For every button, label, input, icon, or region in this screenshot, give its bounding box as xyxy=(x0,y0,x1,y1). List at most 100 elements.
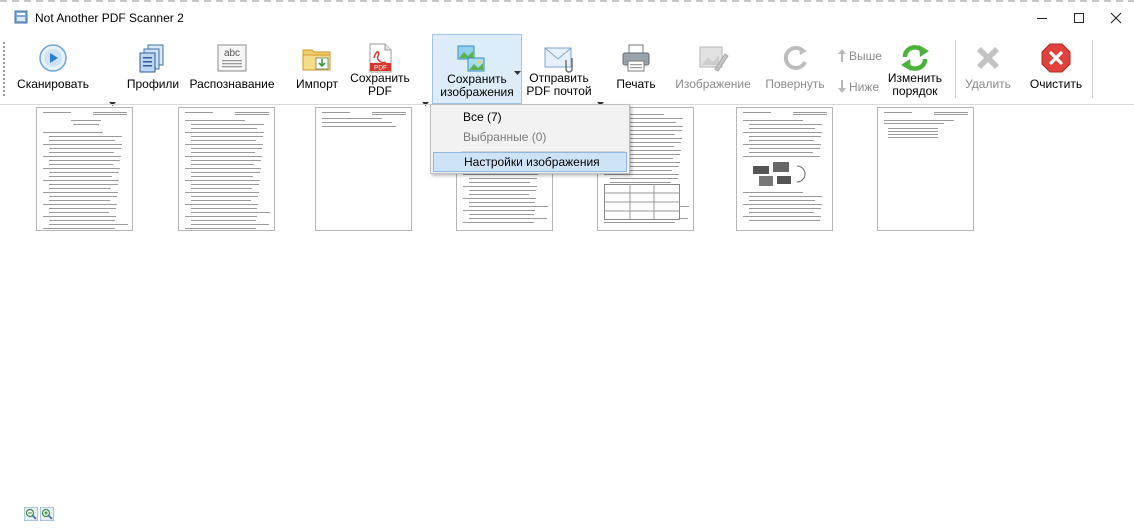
thumbnail-text-line xyxy=(749,140,814,141)
reorder-button[interactable]: Изменить порядок xyxy=(880,34,950,104)
delete-button[interactable]: Удалить xyxy=(960,34,1016,104)
thumbnail-text-line xyxy=(793,114,827,115)
move-up-label: Выше xyxy=(849,48,882,63)
reorder-arrows-icon xyxy=(901,45,929,71)
toolbar-separator xyxy=(955,40,956,98)
save-images-dropdown-arrow[interactable] xyxy=(514,71,521,75)
thumbnail-text-line xyxy=(185,132,264,133)
menu-item-selected[interactable]: Выбранные (0) xyxy=(433,127,627,147)
move-up-button[interactable]: Выше xyxy=(838,48,882,64)
thumbnail-text-line xyxy=(191,212,270,213)
thumbnail-text-line xyxy=(185,120,245,121)
thumbnail-text-line xyxy=(934,114,968,115)
import-button[interactable]: Импорт xyxy=(289,34,345,104)
ocr-button[interactable]: abc Распознавание xyxy=(182,34,282,104)
arrow-up-icon xyxy=(838,49,846,63)
profiles-button[interactable]: Профили xyxy=(124,34,182,104)
close-button[interactable] xyxy=(1096,5,1134,31)
thumbnail-text-line xyxy=(43,156,121,157)
page-thumbnail[interactable] xyxy=(36,107,133,231)
thumbnail-text-line xyxy=(49,200,110,201)
toolbar-grip[interactable] xyxy=(3,42,5,98)
scan-button[interactable]: Сканировать xyxy=(8,34,98,104)
profiles-icon xyxy=(139,44,164,73)
save-images-label-2: изображения xyxy=(440,85,514,99)
thumbnail-text-line xyxy=(463,210,535,211)
thumbnail-text-line xyxy=(191,164,254,165)
thumbnail-text-line xyxy=(322,118,382,119)
email-attachment-icon xyxy=(544,47,573,73)
image-edit-icon xyxy=(699,46,729,72)
thumbnail-text-line xyxy=(185,156,262,157)
thumbnail-text-line xyxy=(743,144,821,145)
thumbnail-text-line xyxy=(185,192,259,193)
thumbnail-text-line xyxy=(749,208,821,209)
zoom-in-icon[interactable] xyxy=(40,507,54,521)
page-thumbnail[interactable] xyxy=(736,107,833,231)
thumbnail-text-line xyxy=(749,152,813,153)
thumbnail-text-line xyxy=(49,196,117,197)
thumbnail-text-line xyxy=(463,186,537,187)
page-thumbnail[interactable] xyxy=(877,107,974,231)
thumbnail-text-line xyxy=(43,216,116,217)
thumbnail-text-line xyxy=(793,112,827,113)
thumbnail-text-line xyxy=(49,148,121,149)
import-label: Импорт xyxy=(296,77,338,91)
close-icon xyxy=(1110,12,1122,24)
thumbnail-text-line xyxy=(185,228,256,229)
maximize-button[interactable] xyxy=(1059,5,1099,31)
thumbnail-text-line xyxy=(49,136,122,137)
thumbnail-text-line xyxy=(749,196,822,197)
thumbnail-text-line xyxy=(749,136,821,137)
thumbnail-text-line xyxy=(749,200,815,201)
save-images-button[interactable]: Сохранить изображения xyxy=(432,34,522,104)
ocr-label: Распознавание xyxy=(189,77,275,91)
print-button[interactable]: Печать xyxy=(610,34,662,104)
thumbnail-text-line xyxy=(884,123,944,124)
delete-label: Удалить xyxy=(965,77,1011,91)
thumbnail-text-line xyxy=(43,180,119,181)
import-folder-icon xyxy=(302,49,331,71)
thumbnail-text-line xyxy=(469,206,548,207)
menu-item-image-settings[interactable]: Настройки изображения xyxy=(433,152,627,172)
thumbnail-text-line xyxy=(191,184,259,185)
thumbnail-text-line xyxy=(463,222,534,223)
thumbnail-text-line xyxy=(749,128,815,129)
email-pdf-button[interactable]: Отправить PDF почтой xyxy=(524,34,594,104)
page-thumbnail[interactable] xyxy=(315,107,412,231)
thumbnail-text-line xyxy=(93,112,127,113)
thumbnail-text-line xyxy=(463,198,536,199)
clear-icon xyxy=(1041,43,1071,73)
print-label: Печать xyxy=(616,77,656,91)
thumbnail-text-line xyxy=(604,222,675,223)
thumbnail-text-line xyxy=(185,216,257,217)
thumbnail-text-line xyxy=(191,176,253,177)
app-icon xyxy=(14,10,28,24)
thumbnail-text-line xyxy=(43,192,118,193)
thumbnail-text-line xyxy=(191,152,255,153)
thumbnail-text-line xyxy=(191,200,251,201)
thumbnail-text-line xyxy=(469,194,529,195)
toolbar-separator-end xyxy=(1092,40,1093,98)
thumbnail-text-line xyxy=(749,212,814,213)
thumbnail-text-line xyxy=(235,112,269,113)
page-thumbnail[interactable] xyxy=(178,107,275,231)
thumbnail-text-line xyxy=(749,148,820,149)
menu-item-all[interactable]: Все (7) xyxy=(433,107,627,127)
thumbnail-text-line xyxy=(743,132,822,133)
thumbnail-text-line xyxy=(49,208,116,209)
zoom-out-icon[interactable] xyxy=(24,507,38,521)
thumbnail-text-line xyxy=(43,144,122,145)
move-down-button[interactable]: Ниже xyxy=(838,79,879,95)
thumbnail-text-line xyxy=(322,112,350,113)
delete-x-icon xyxy=(977,47,999,69)
save-pdf-button[interactable]: PDF Сохранить PDF xyxy=(349,34,411,104)
image-label: Изображение xyxy=(675,77,751,91)
thumbnail-text-line xyxy=(191,124,264,125)
thumbnail-text-line xyxy=(191,128,257,129)
clear-button[interactable]: Очистить xyxy=(1024,34,1088,104)
rotate-button[interactable]: Повернуть xyxy=(760,34,830,104)
toolbar: Сканировать Профили abc Распознавание Им… xyxy=(0,34,1134,106)
image-button[interactable]: Изображение xyxy=(670,34,756,104)
minimize-button[interactable] xyxy=(1022,5,1062,31)
